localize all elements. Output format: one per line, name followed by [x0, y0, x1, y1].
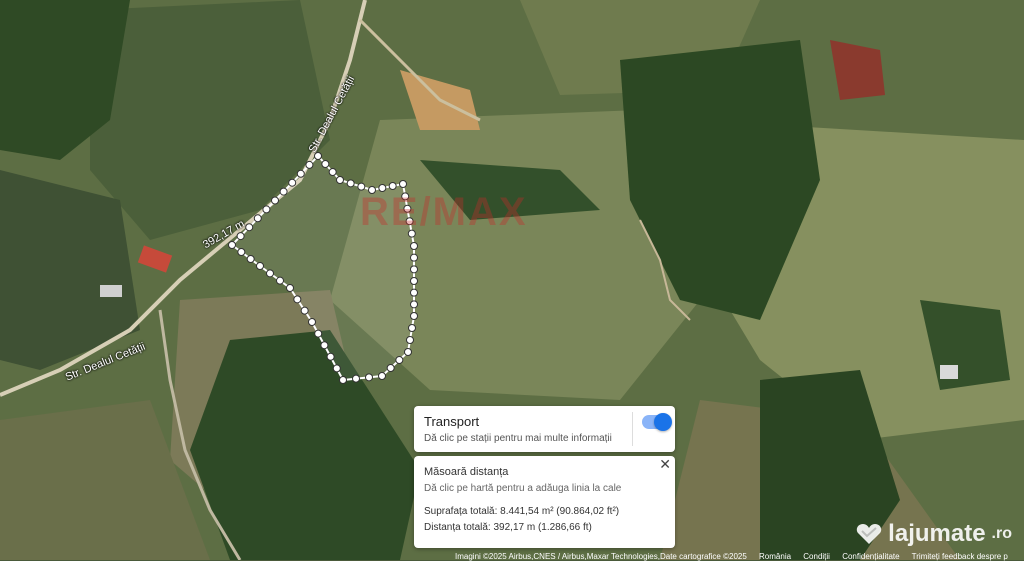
polygon-vertex[interactable] — [336, 176, 344, 184]
polygon-vertex[interactable] — [328, 168, 337, 176]
polygon-vertex[interactable] — [339, 376, 347, 384]
polygon-vertex[interactable] — [378, 372, 386, 380]
polygon-vertex[interactable] — [271, 196, 279, 205]
transport-layer-card[interactable]: Transport Dă clic pe stații pentru mai m… — [414, 406, 675, 452]
remax-watermark: RE/MAX — [360, 190, 528, 234]
measure-title: Măsoară distanța — [424, 466, 509, 478]
polygon-vertex[interactable] — [410, 277, 418, 285]
polygon-vertex[interactable] — [365, 373, 373, 382]
polygon-vertex[interactable] — [236, 232, 245, 241]
lajumate-logo: lajumate .ro — [856, 520, 1012, 548]
polygon-vertex[interactable] — [228, 241, 236, 249]
polygon-vertex[interactable] — [296, 169, 305, 178]
polygon-vertex[interactable] — [332, 364, 341, 373]
polygon-vertex[interactable] — [293, 295, 302, 304]
polygon-vertex[interactable] — [266, 269, 274, 278]
transport-toggle[interactable] — [642, 413, 672, 431]
transport-title: Transport — [424, 414, 480, 429]
polygon-vertex[interactable] — [246, 255, 255, 263]
transport-subtitle: Dă clic pe stații pentru mai multe infor… — [424, 433, 612, 444]
polygon-vertex[interactable] — [308, 318, 316, 326]
polygon-vertex[interactable] — [410, 253, 418, 262]
polygon-vertex[interactable] — [279, 187, 288, 196]
measure-distance-card: Măsoară distanța ✕ Dă clic pe hartă pent… — [414, 456, 675, 548]
polygon-vertex[interactable] — [395, 356, 404, 364]
polygon-vertex[interactable] — [237, 248, 246, 256]
polygon-vertex[interactable] — [386, 364, 395, 372]
divider — [632, 412, 633, 446]
close-icon[interactable]: ✕ — [659, 456, 671, 473]
polygon-vertex[interactable] — [404, 348, 412, 356]
measure-subtitle: Dă clic pe hartă pentru a adăuga linia l… — [424, 483, 622, 494]
polygon-vertex[interactable] — [286, 284, 294, 292]
polygon-vertex[interactable] — [320, 341, 329, 350]
total-area-text: Suprafața totală: 8.441,54 m² (90.864,02… — [424, 506, 620, 517]
polygon-vertex[interactable] — [410, 265, 418, 274]
polygon-vertex[interactable] — [276, 276, 284, 285]
polygon-vertex[interactable] — [410, 242, 418, 250]
polygon-vertex[interactable] — [300, 306, 309, 315]
polygon-vertex[interactable] — [410, 312, 418, 320]
polygon-vertex[interactable] — [262, 205, 271, 214]
polygon-vertex[interactable] — [305, 160, 314, 169]
polygon-vertex[interactable] — [399, 180, 407, 188]
polygon-vertex[interactable] — [410, 288, 418, 297]
polygon-vertex[interactable] — [288, 178, 297, 187]
polygon-vertex[interactable] — [352, 374, 360, 383]
polygon-vertex[interactable] — [326, 352, 335, 361]
polygon-vertex[interactable] — [410, 300, 418, 309]
polygon-vertex[interactable] — [346, 179, 355, 188]
polygon-vertex[interactable] — [314, 329, 323, 338]
total-distance-text: Distanța totală: 392,17 m (1.286,66 ft) — [424, 522, 592, 533]
polygon-vertex[interactable] — [388, 182, 397, 190]
heart-icon — [856, 524, 882, 544]
polygon-vertex[interactable] — [408, 324, 416, 332]
polygon-vertex[interactable] — [253, 214, 262, 223]
brand-suffix: .ro — [991, 525, 1012, 542]
polygon-vertex[interactable] — [256, 262, 264, 270]
toggle-knob — [654, 413, 672, 431]
polygon-vertex[interactable] — [406, 336, 414, 344]
brand-name: lajumate — [888, 520, 986, 547]
polygon-vertex[interactable] — [321, 160, 330, 168]
